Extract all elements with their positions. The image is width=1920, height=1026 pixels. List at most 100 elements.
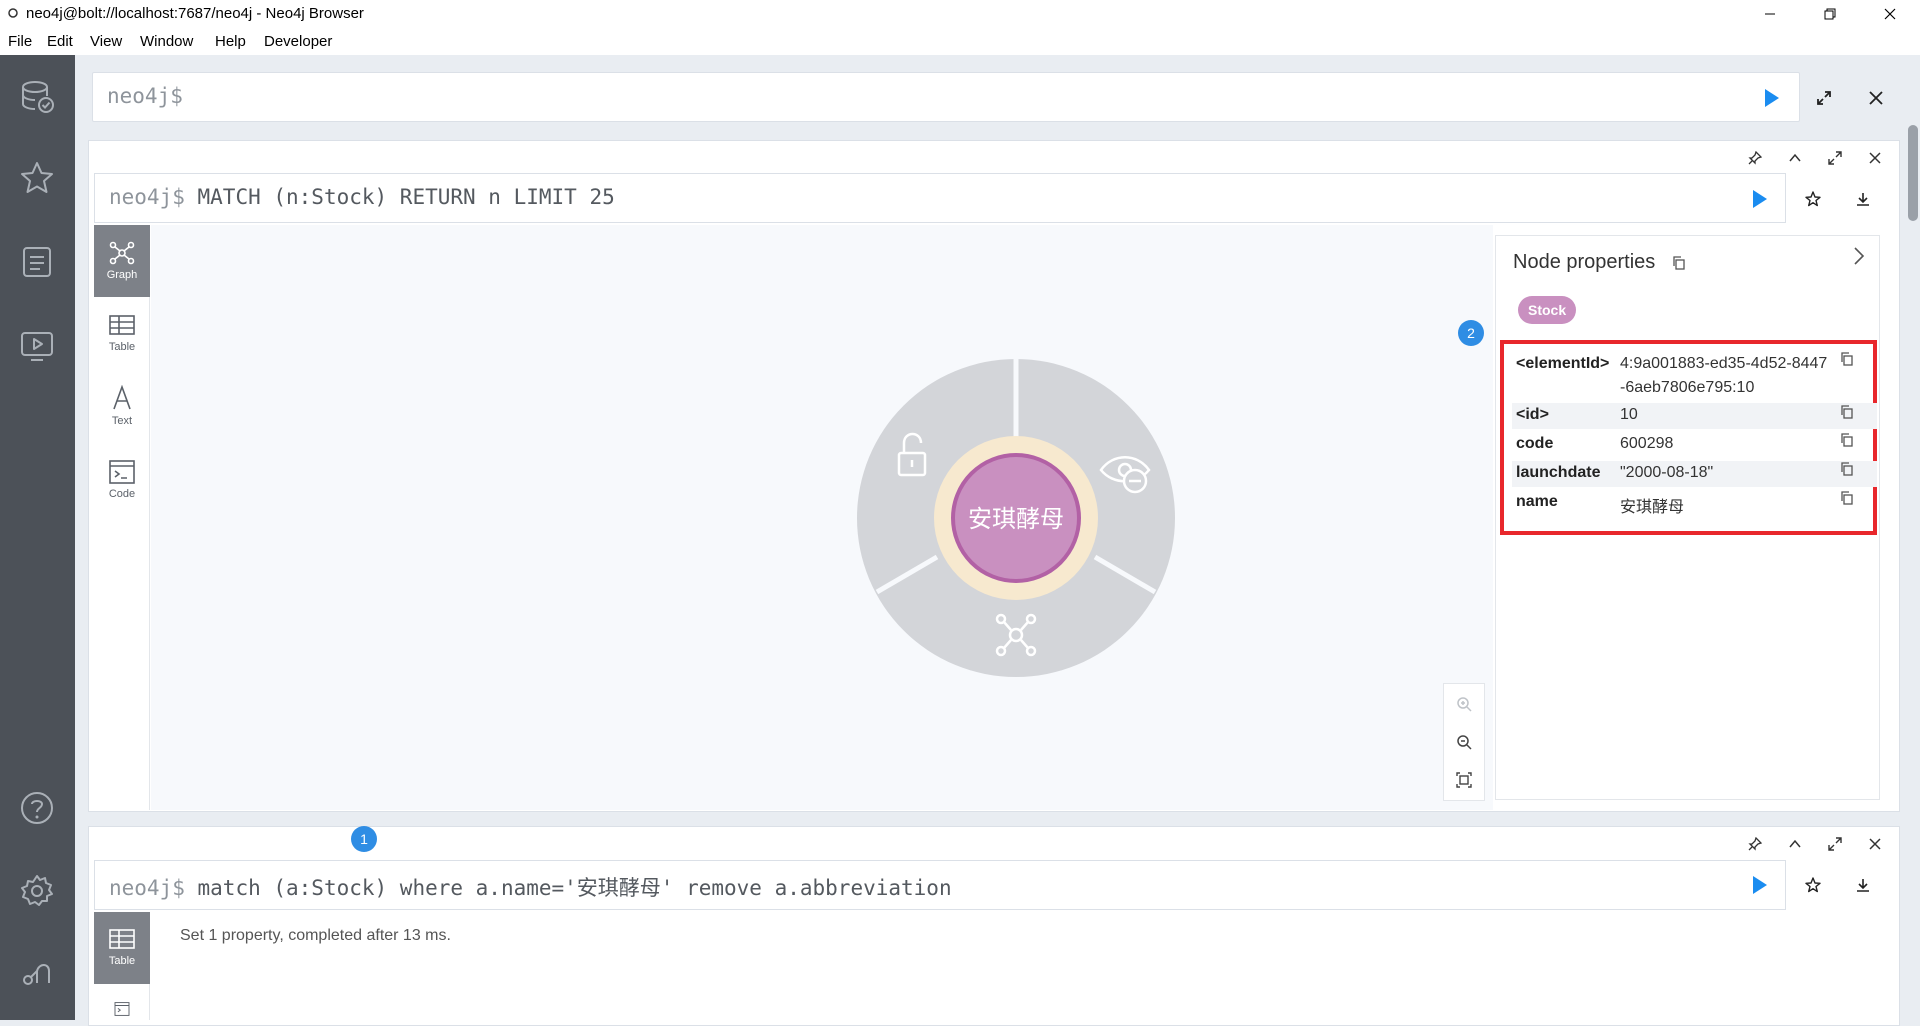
code-icon	[114, 1002, 130, 1016]
copy-properties-icon[interactable]	[1672, 256, 1686, 270]
copy-icon[interactable]	[1840, 352, 1854, 366]
sidebar-settings-button[interactable]	[16, 870, 58, 912]
chevron-up-icon	[1789, 839, 1801, 848]
property-row-name: name 安琪酵母	[1512, 490, 1877, 516]
close-window-button[interactable]	[1860, 0, 1920, 28]
frame-2-pin-button[interactable]	[1744, 834, 1766, 854]
frame-1-query: MATCH (n:Stock) RETURN n LIMIT 25	[197, 185, 615, 209]
copy-icon[interactable]	[1840, 405, 1854, 419]
frame-1-query-editor[interactable]: neo4j$ MATCH (n:Stock) RETURN n LIMIT 25	[94, 173, 1786, 223]
menu-developer[interactable]: Developer	[264, 33, 332, 50]
tab-table[interactable]: Table	[94, 298, 150, 370]
zoom-in-button[interactable]	[1452, 692, 1476, 716]
property-row-id: <id> 10	[1512, 403, 1877, 429]
restore-button[interactable]	[1800, 0, 1860, 28]
frame-2-close-button[interactable]	[1864, 834, 1886, 854]
frame-2-run-button[interactable]	[1746, 873, 1774, 897]
property-value: 600298	[1620, 435, 1674, 452]
node-context-ring: 安琪酵母	[857, 357, 1175, 677]
sidebar-help-button[interactable]	[16, 787, 58, 829]
clear-editor-button[interactable]	[1864, 86, 1888, 110]
graph-canvas[interactable]	[151, 225, 1493, 810]
minimize-button[interactable]	[1740, 0, 1800, 28]
restore-icon	[1824, 8, 1836, 20]
menu-window[interactable]: Window	[140, 33, 193, 50]
close-frame-button[interactable]	[1864, 148, 1886, 168]
tab-graph-label: Graph	[106, 269, 138, 281]
frame-2-tab-table[interactable]: Table	[94, 912, 150, 984]
play-icon	[1753, 190, 1767, 208]
star-icon	[1805, 191, 1821, 207]
menu-view[interactable]: View	[90, 33, 122, 50]
copy-icon[interactable]	[1840, 491, 1854, 505]
scrollbar-thumb[interactable]	[1908, 125, 1918, 221]
sidebar-neo4j-button[interactable]	[16, 950, 58, 992]
pin-icon	[1748, 837, 1762, 851]
frame-1-query-line: neo4j$ MATCH (n:Stock) RETURN n LIMIT 25	[109, 185, 615, 209]
sidebar-documents-button[interactable]	[16, 241, 58, 283]
frame-2-tab-code[interactable]	[94, 988, 150, 1020]
chevron-up-icon	[1789, 153, 1801, 162]
scrollbar-track[interactable]	[1906, 120, 1920, 1020]
database-icon	[22, 81, 54, 113]
frame-2-query-editor[interactable]: neo4j$ match (a:Stock) where a.name='安琪酵…	[94, 860, 1786, 910]
close-icon	[1869, 152, 1881, 164]
property-value: 4:9a001883-ed35-4d52-8447-6aeb7806e795:1…	[1620, 355, 1828, 396]
collapse-frame-button[interactable]	[1784, 148, 1806, 168]
node-caption: 安琪酵母	[968, 505, 1064, 533]
property-value: 安琪酵母	[1620, 499, 1685, 516]
copy-icon[interactable]	[1840, 462, 1854, 476]
close-icon	[1869, 838, 1881, 850]
sidebar	[0, 55, 75, 1020]
property-row-elementid: <elementId> 4:9a001883-ed35-4d52-8447-6a…	[1512, 350, 1877, 398]
frame-2-fullscreen-button[interactable]	[1824, 834, 1846, 854]
tab-code-label: Code	[108, 488, 136, 500]
frame-2-query: match (a:Stock) where a.name='安琪酵母' remo…	[197, 876, 952, 900]
tab-code[interactable]: Code	[94, 444, 150, 516]
help-icon	[21, 792, 53, 824]
frame-2-prompt: neo4j$	[109, 876, 185, 900]
sidebar-favorites-button[interactable]	[16, 157, 58, 199]
expand-icon	[1817, 91, 1831, 105]
expand-editor-button[interactable]	[1812, 86, 1836, 110]
main-editor[interactable]: neo4j$	[92, 72, 1800, 122]
neo4j-logo-icon	[23, 964, 50, 985]
pin-frame-button[interactable]	[1744, 148, 1766, 168]
frame-2-query-line: neo4j$ match (a:Stock) where a.name='安琪酵…	[109, 872, 952, 902]
fullscreen-frame-button[interactable]	[1824, 148, 1846, 168]
zoom-in-icon	[1457, 697, 1472, 712]
menu-help[interactable]: Help	[215, 33, 246, 50]
document-icon	[23, 247, 51, 277]
frame-1-favorite-button[interactable]	[1801, 187, 1825, 211]
sidebar-database-button[interactable]	[16, 75, 58, 117]
fit-screen-icon	[1456, 772, 1472, 788]
copy-icon[interactable]	[1840, 433, 1854, 447]
frame-2-favorite-button[interactable]	[1801, 873, 1825, 897]
download-icon	[1857, 193, 1869, 206]
run-button[interactable]	[1758, 86, 1786, 110]
fit-to-screen-button[interactable]	[1452, 768, 1476, 792]
tab-graph[interactable]: Graph	[94, 225, 150, 297]
zoom-out-button[interactable]	[1452, 730, 1476, 754]
frame-1-run-button[interactable]	[1746, 187, 1774, 211]
play-icon	[1753, 876, 1767, 894]
property-row-launchdate: launchdate "2000-08-18"	[1512, 461, 1877, 487]
frame-2-download-button[interactable]	[1851, 873, 1875, 897]
title-bar: neo4j@bolt://localhost:7687/neo4j - Neo4…	[0, 0, 1920, 28]
frame-1-download-button[interactable]	[1851, 187, 1875, 211]
property-key: <id>	[1516, 406, 1549, 423]
tab-text[interactable]: Text	[94, 370, 150, 442]
play-guide-icon	[21, 332, 53, 361]
property-key: name	[1516, 493, 1558, 510]
property-key: code	[1516, 435, 1554, 452]
sidebar-guides-button[interactable]	[16, 325, 58, 367]
node-properties-title: Node properties	[1513, 251, 1656, 273]
node-label-badge[interactable]: Stock	[1518, 296, 1577, 324]
frame-2-collapse-button[interactable]	[1784, 834, 1806, 854]
expand-icon	[1828, 151, 1842, 165]
menu-file[interactable]: File	[8, 33, 32, 50]
collapse-panel-chevron-right-icon[interactable]	[1852, 246, 1866, 266]
menu-edit[interactable]: Edit	[47, 33, 73, 50]
graph-icon	[109, 241, 135, 265]
property-value: 10	[1620, 406, 1638, 423]
